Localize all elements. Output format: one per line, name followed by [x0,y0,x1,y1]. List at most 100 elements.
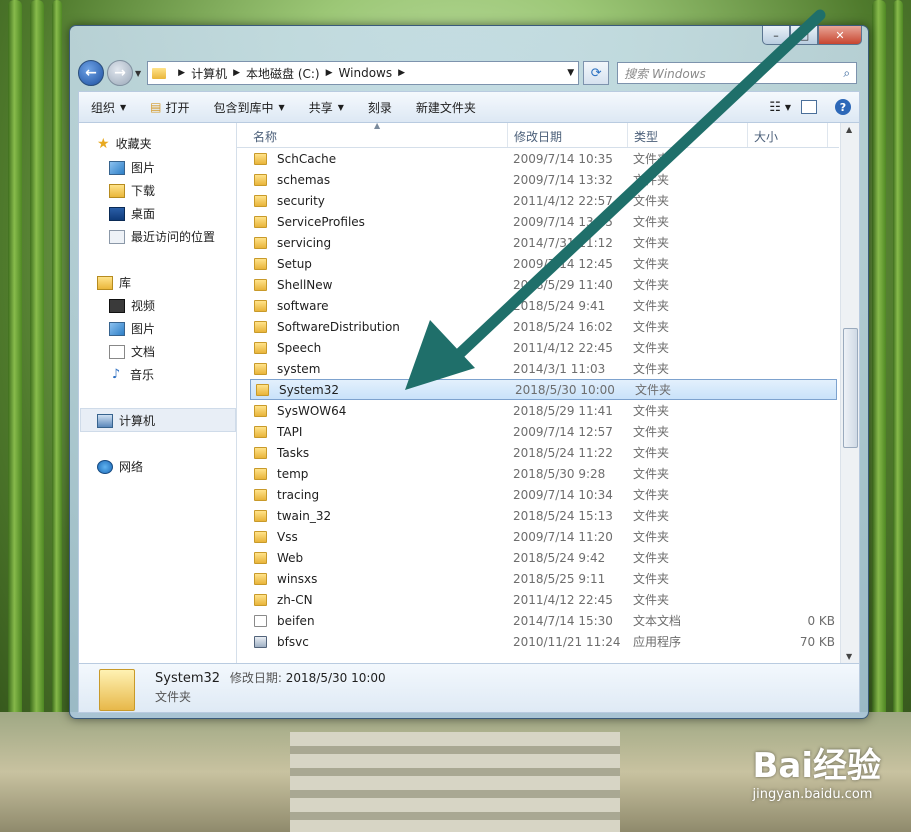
table-row[interactable]: twain_32 2018/5/24 15:13 文件夹 [249,505,839,526]
nav-computer[interactable]: 计算机 [97,412,155,429]
column-type[interactable]: 类型 [634,128,658,145]
crumb-windows[interactable]: Windows [339,66,393,80]
burn-button[interactable]: 刻录 [356,99,404,116]
column-name[interactable]: 名称 [253,128,277,145]
preview-pane-icon[interactable] [801,100,817,114]
command-bar: 组织 ▼ ▤ 打开 包含到库中 ▼ 共享 ▼ 刻录 新建文件夹 ☷ ▼ ? [78,91,860,123]
table-row[interactable]: Vss 2009/7/14 11:20 文件夹 [249,526,839,547]
file-type: 文本文档 [633,614,682,628]
help-icon[interactable]: ? [835,99,851,115]
table-row[interactable]: Speech 2011/4/12 22:45 文件夹 [249,337,839,358]
nav-downloads[interactable]: 下载 [109,182,155,199]
table-row[interactable]: security 2011/4/12 22:57 文件夹 [249,190,839,211]
file-name: tracing [277,487,320,502]
file-size: 0 KB [807,613,835,628]
file-type: 文件夹 [633,467,670,481]
crumb-local-disk[interactable]: 本地磁盘 (C:) [246,65,320,82]
table-row[interactable]: Web 2018/5/24 9:42 文件夹 [249,547,839,568]
search-input[interactable]: 搜索 Windows ⌕ [617,62,858,84]
nav-libraries[interactable]: 库 [97,274,131,291]
table-row[interactable]: winsxs 2018/5/25 9:11 文件夹 [249,568,839,589]
recent-places-icon [109,229,125,244]
view-options-icon[interactable]: ☷ [769,100,781,115]
chevron-right-icon[interactable]: ▶ [326,68,333,78]
back-button[interactable]: ← [78,60,104,86]
downloads-icon [109,183,125,198]
nav-documents[interactable]: 文档 [109,343,155,360]
file-name: servicing [277,235,332,250]
column-divider[interactable] [627,123,628,147]
search-placeholder: 搜索 Windows [624,66,706,81]
chevron-right-icon[interactable]: ▶ [398,68,405,78]
table-row[interactable]: Tasks 2018/5/24 11:22 文件夹 [249,442,839,463]
nav-videos[interactable]: 视频 [109,297,155,314]
folder-icon [254,215,267,228]
table-row[interactable]: tracing 2009/7/14 10:34 文件夹 [249,484,839,505]
table-row[interactable]: servicing 2014/7/31 11:12 文件夹 [249,232,839,253]
table-row[interactable]: schemas 2009/7/14 13:32 文件夹 [249,169,839,190]
table-row[interactable]: temp 2018/5/30 9:28 文件夹 [249,463,839,484]
nav-favorites[interactable]: ★ 收藏夹 [97,135,152,152]
stone-steps [290,732,620,832]
nav-lib-pictures[interactable]: 图片 [109,320,155,337]
address-bar[interactable]: ▶ 计算机 ▶ 本地磁盘 (C:) ▶ Windows ▶ ▼ [147,61,580,85]
share-button[interactable]: 共享 ▼ [297,99,356,116]
open-button[interactable]: ▤ 打开 [138,99,201,116]
table-row[interactable]: SoftwareDistribution 2018/5/24 16:02 文件夹 [249,316,839,337]
table-row[interactable]: bfsvc 2010/11/21 11:24 应用程序 70 KB [249,631,839,652]
include-library-button[interactable]: 包含到库中 ▼ [202,99,297,116]
minimize-button[interactable]: – [762,26,790,45]
nav-recent[interactable]: 最近访问的位置 [109,228,215,245]
table-row[interactable]: SchCache 2009/7/14 10:35 文件夹 [249,148,839,169]
table-row[interactable]: Setup 2009/7/14 12:45 文件夹 [249,253,839,274]
chevron-right-icon[interactable]: ▶ [233,68,240,78]
search-icon[interactable]: ⌕ [843,66,850,81]
folder-icon [254,236,267,249]
file-type: 文件夹 [633,530,670,544]
table-row[interactable]: TAPI 2009/7/14 12:57 文件夹 [249,421,839,442]
chevron-down-icon[interactable]: ▼ [785,103,791,112]
chevron-down-icon[interactable]: ▼ [567,68,574,78]
folder-icon [152,67,167,79]
table-row[interactable]: SysWOW64 2018/5/29 11:41 文件夹 [249,400,839,421]
close-button[interactable]: ✕ [818,26,862,45]
crumb-computer[interactable]: 计算机 [191,65,227,82]
file-date: 2018/5/24 15:13 [513,508,613,523]
scroll-down-icon[interactable]: ▼ [846,652,852,661]
table-row[interactable]: ServiceProfiles 2009/7/14 13:45 文件夹 [249,211,839,232]
file-name: ServiceProfiles [277,214,365,229]
column-date[interactable]: 修改日期 [514,128,562,145]
column-divider[interactable] [507,123,508,147]
file-type: 文件夹 [633,341,670,355]
refresh-button[interactable]: ⟳ [583,61,610,85]
watermark-url: jingyan.baidu.com [752,787,873,802]
history-dropdown-icon[interactable]: ▼ [135,69,141,78]
column-divider[interactable] [827,123,828,147]
nav-network[interactable]: 网络 [97,458,143,475]
forward-button[interactable]: → [107,60,133,86]
file-date: 2011/4/12 22:45 [513,340,613,355]
table-row[interactable]: beifen 2014/7/14 15:30 文本文档 0 KB [249,610,839,631]
table-row[interactable]: System32 2018/5/30 10:00 文件夹 [250,379,837,400]
nav-pictures[interactable]: 图片 [109,159,155,176]
column-size[interactable]: 大小 [754,128,778,145]
vertical-scrollbar[interactable]: ▲ ▼ [840,123,859,663]
view-controls: ☷ ▼ ? [769,99,859,115]
scroll-thumb[interactable] [843,328,858,448]
column-divider[interactable] [747,123,748,147]
maximize-button[interactable]: □ [790,26,818,45]
new-folder-button[interactable]: 新建文件夹 [404,99,488,116]
table-row[interactable]: zh-CN 2011/4/12 22:45 文件夹 [249,589,839,610]
content-area: ★ 收藏夹 图片 下载 桌面 最近访问的位置 库 视频 图片 文档 ♪ 音乐 计算机… [78,122,860,664]
chevron-right-icon[interactable]: ▶ [178,68,185,78]
file-type: 文件夹 [633,299,670,313]
table-row[interactable]: software 2018/5/24 9:41 文件夹 [249,295,839,316]
nav-desktop[interactable]: 桌面 [109,205,155,222]
table-row[interactable]: system 2014/3/1 11:03 文件夹 [249,358,839,379]
organize-button[interactable]: 组织 ▼ [79,99,138,116]
nav-music[interactable]: ♪ 音乐 [109,366,154,383]
scroll-up-icon[interactable]: ▲ [846,125,852,134]
caption-buttons: – □ ✕ [762,26,862,45]
table-row[interactable]: ShellNew 2018/5/29 11:40 文件夹 [249,274,839,295]
pictures-icon [109,160,125,175]
